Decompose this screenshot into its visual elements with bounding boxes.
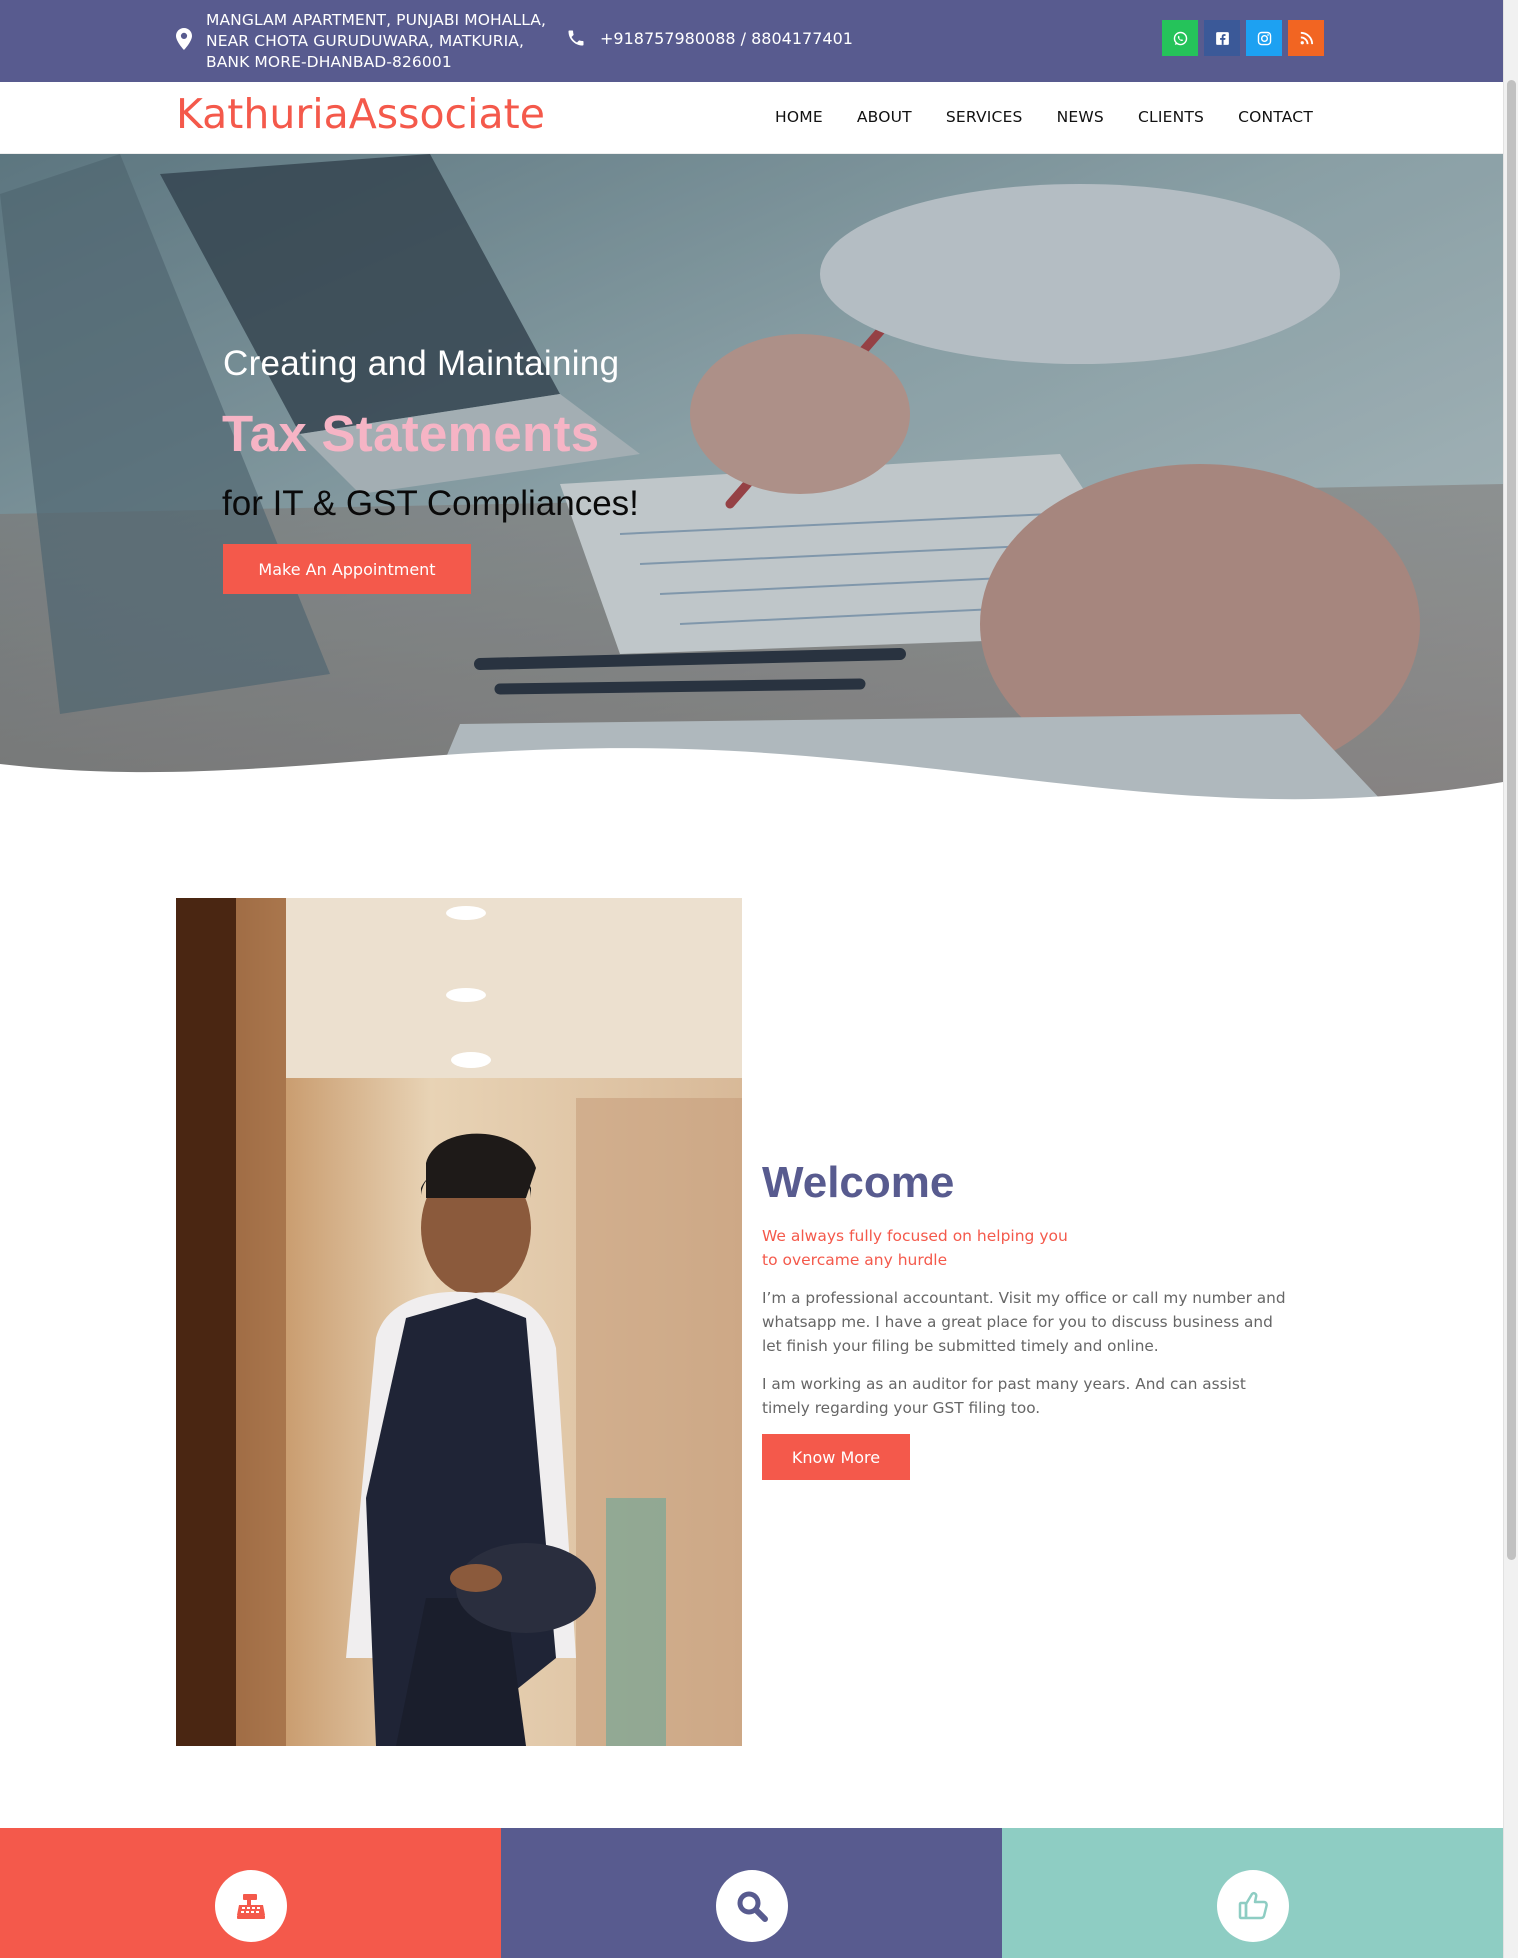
feature-panel-quality <box>1002 1828 1503 1958</box>
welcome-paragraph-1: I’m a professional accountant. Visit my … <box>762 1289 1286 1355</box>
nav-about[interactable]: ABOUT <box>857 108 912 126</box>
feature-panel-accounting <box>0 1828 501 1958</box>
thumbs-up-icon <box>1238 1891 1268 1920</box>
map-pin-icon <box>176 28 192 50</box>
profile-photo-image <box>176 898 742 1746</box>
nav-clients[interactable]: CLIENTS <box>1138 108 1204 126</box>
address-text: MANGLAM APARTMENT, PUNJABI MOHALLA, NEAR… <box>206 10 566 73</box>
phone-icon <box>568 30 584 46</box>
hero-line-1: Creating and Maintaining <box>223 344 620 383</box>
feature-icon-circle <box>715 1870 788 1942</box>
address-line: BANK MORE-DHANBAD-826001 <box>206 53 452 71</box>
cash-register-icon <box>236 1894 265 1919</box>
top-info-bar: MANGLAM APARTMENT, PUNJABI MOHALLA, NEAR… <box>0 0 1503 82</box>
feature-panel-auditing <box>501 1828 1002 1958</box>
site-header: KathuriaAssociate HOME ABOUT SERVICES NE… <box>0 82 1503 154</box>
address-block: MANGLAM APARTMENT, PUNJABI MOHALLA, NEAR… <box>176 10 566 73</box>
welcome-paragraph-2: I am working as an auditor for past many… <box>762 1375 1246 1417</box>
feature-icon-circle <box>1216 1870 1289 1942</box>
welcome-tagline: We always fully focused on helping you t… <box>762 1227 1068 1269</box>
instagram-icon <box>1257 31 1271 45</box>
nav-news[interactable]: NEWS <box>1057 108 1104 126</box>
address-line: NEAR CHOTA GURUDUWARA, MATKURIA, <box>206 32 524 50</box>
address-line: MANGLAM APARTMENT, PUNJABI MOHALLA, <box>206 11 547 29</box>
phone-number: +918757980088 / 8804177401 <box>600 28 853 48</box>
social-links <box>1162 20 1324 56</box>
facebook-icon <box>1215 31 1229 45</box>
scrollbar-thumb[interactable] <box>1507 80 1516 1560</box>
instagram-link[interactable] <box>1246 20 1282 56</box>
whatsapp-icon <box>1173 31 1187 45</box>
hero-line-3: for IT & GST Compliances! <box>222 484 639 523</box>
page-scrollbar[interactable] <box>1503 0 1518 1958</box>
nav-home[interactable]: HOME <box>775 108 823 126</box>
profile-photo <box>176 898 742 1746</box>
nav-services[interactable]: SERVICES <box>946 108 1023 126</box>
hero-headline: Tax Statements <box>222 405 600 462</box>
whatsapp-link[interactable] <box>1162 20 1198 56</box>
page: MANGLAM APARTMENT, PUNJABI MOHALLA, NEAR… <box>0 0 1503 1958</box>
rss-icon <box>1300 31 1313 44</box>
feature-icon-circle <box>214 1870 287 1942</box>
phone-block[interactable]: +918757980088 / 8804177401 <box>566 28 853 48</box>
facebook-link[interactable] <box>1204 20 1240 56</box>
welcome-section: Welcome We always fully focused on helpi… <box>762 1158 1302 1480</box>
search-icon <box>737 1891 768 1922</box>
hero-banner: Creating and Maintaining Tax Statements … <box>0 154 1503 820</box>
nav-contact[interactable]: CONTACT <box>1238 108 1313 126</box>
main-nav: HOME ABOUT SERVICES NEWS CLIENTS CONTACT <box>775 108 1313 126</box>
rss-link[interactable] <box>1288 20 1324 56</box>
site-logo[interactable]: KathuriaAssociate <box>176 90 545 138</box>
know-more-button[interactable]: Know More <box>762 1434 910 1480</box>
make-appointment-button[interactable]: Make An Appointment <box>223 544 471 594</box>
features-row <box>0 1828 1503 1958</box>
welcome-title: Welcome <box>762 1158 955 1207</box>
